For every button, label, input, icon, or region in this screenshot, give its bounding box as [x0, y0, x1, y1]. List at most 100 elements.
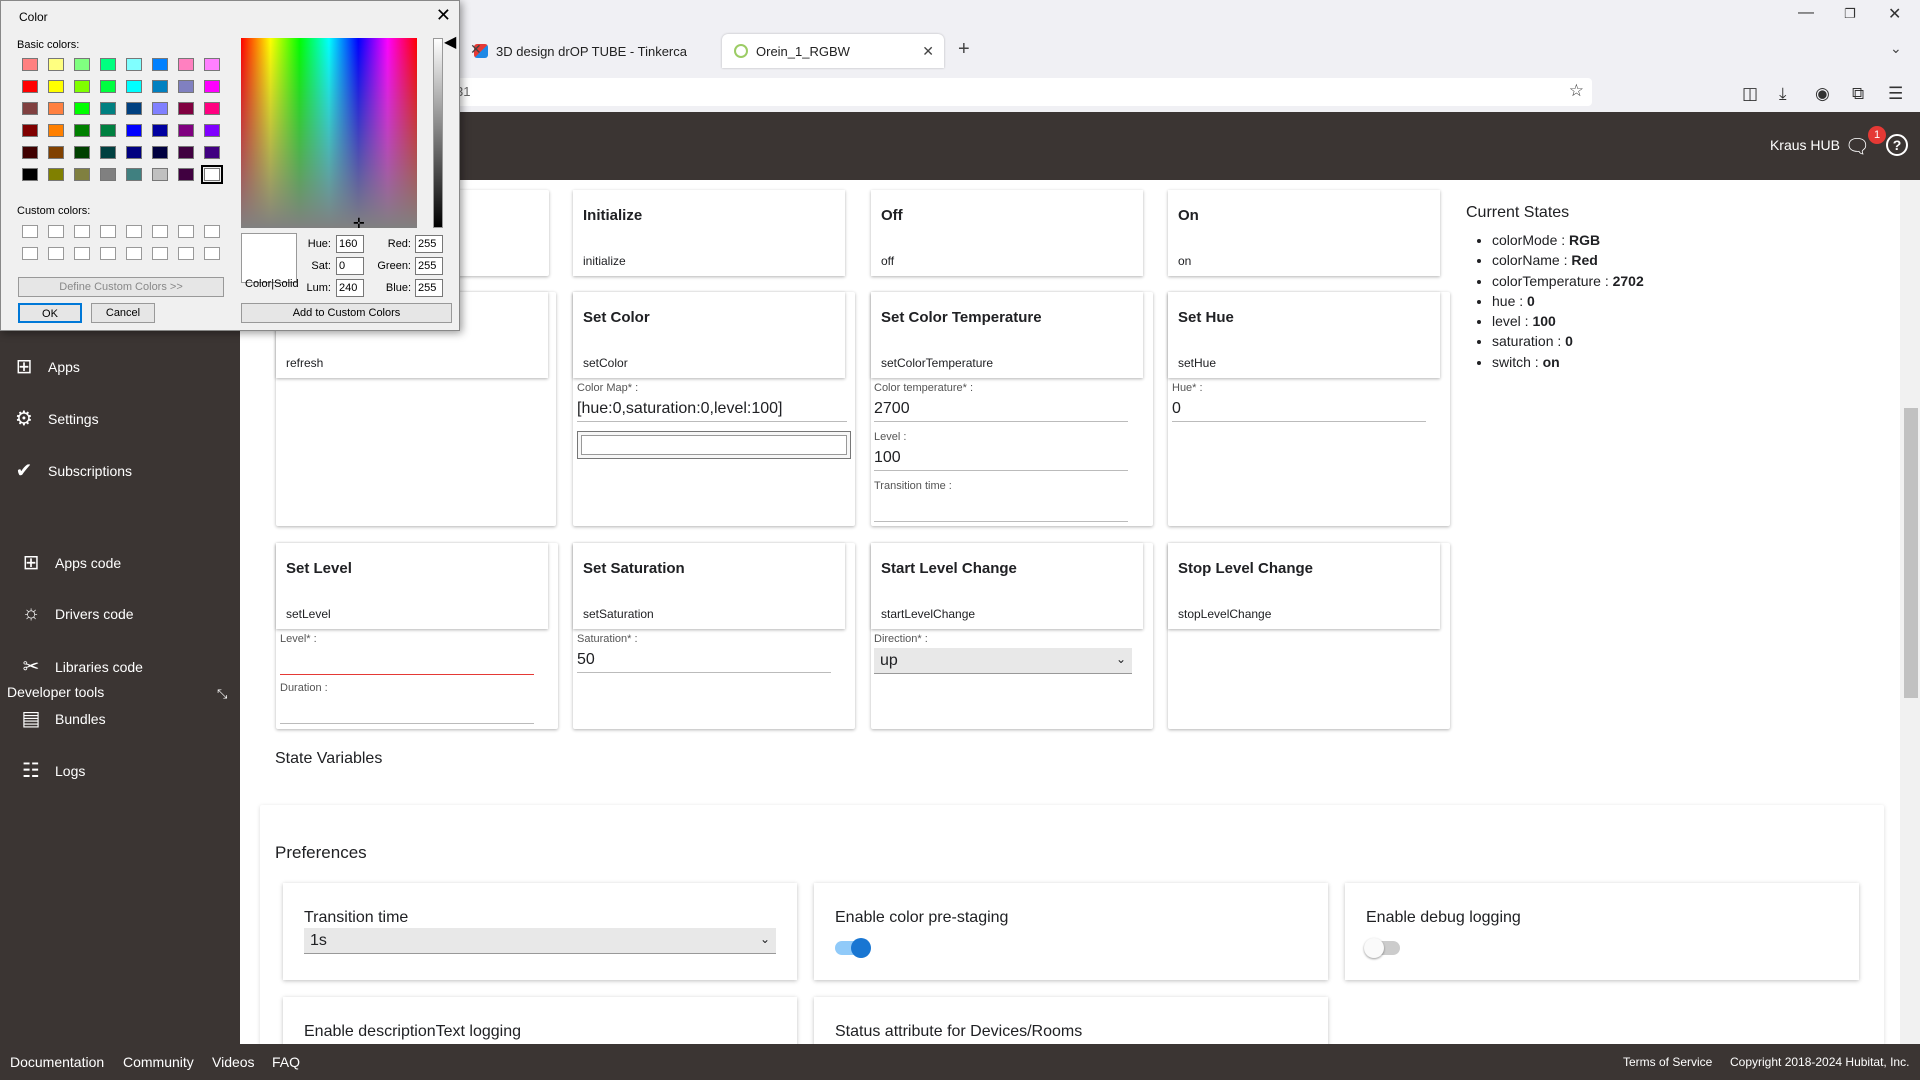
color-swatch[interactable] — [22, 80, 38, 93]
color-swatch[interactable] — [74, 146, 90, 159]
debug-toggle[interactable] — [1364, 938, 1400, 958]
color-swatch[interactable] — [100, 168, 116, 181]
color-swatch[interactable] — [126, 58, 142, 71]
collapse-icon[interactable]: ⤡ — [217, 686, 227, 702]
command-set-saturation[interactable]: Set Saturation setSaturation — [573, 543, 845, 629]
color-swatch[interactable] — [100, 146, 116, 159]
cancel-button[interactable]: Cancel — [91, 303, 155, 323]
ct-input[interactable]: 2700 — [874, 400, 1128, 422]
color-swatch[interactable] — [22, 58, 38, 71]
sidebar-item-apps[interactable]: ⊞ Apps — [10, 354, 80, 379]
color-swatch[interactable] — [126, 102, 142, 115]
color-swatch[interactable] — [100, 102, 116, 115]
color-swatch[interactable] — [178, 124, 194, 137]
sidebar-item-apps-code[interactable]: ⊞ Apps code — [17, 550, 122, 575]
custom-color-slot[interactable] — [100, 247, 116, 260]
color-swatch[interactable] — [152, 58, 168, 71]
color-swatch[interactable] — [178, 58, 194, 71]
command-initialize[interactable]: Initialize initialize — [573, 190, 845, 276]
custom-color-slot[interactable] — [178, 225, 194, 238]
transition-time-input[interactable] — [874, 500, 1128, 522]
ok-button[interactable]: OK — [18, 303, 82, 323]
browser-tab-active[interactable]: Orein_1_RGBW ✕ — [722, 34, 944, 68]
color-swatch[interactable] — [22, 168, 38, 181]
lum-field[interactable]: 240 — [336, 279, 364, 297]
duration-input[interactable] — [280, 700, 534, 724]
menu-icon[interactable]: ☰ — [1888, 84, 1903, 104]
prestaging-toggle[interactable] — [835, 938, 871, 958]
command-set-color[interactable]: Set Color setColor — [573, 292, 845, 378]
command-on[interactable]: On on — [1168, 190, 1440, 276]
sat-field[interactable]: 0 — [336, 257, 364, 275]
color-swatch[interactable] — [178, 102, 194, 115]
color-swatch[interactable] — [74, 124, 90, 137]
hue-input[interactable]: 0 — [1172, 400, 1426, 422]
custom-color-slot[interactable] — [74, 225, 90, 238]
color-swatch[interactable] — [126, 124, 142, 137]
pocket-icon[interactable]: ◫ — [1742, 84, 1758, 104]
custom-color-slot[interactable] — [204, 247, 220, 260]
footer-link-community[interactable]: Community — [123, 1054, 194, 1070]
color-swatch[interactable] — [100, 58, 116, 71]
color-swatch[interactable] — [152, 124, 168, 137]
color-swatch[interactable] — [126, 168, 142, 181]
color-picker-button[interactable] — [577, 431, 851, 459]
command-stop-level-change[interactable]: Stop Level Change stopLevelChange — [1168, 543, 1440, 629]
custom-color-slot[interactable] — [204, 225, 220, 238]
custom-color-slot[interactable] — [152, 225, 168, 238]
scrollbar-thumb[interactable] — [1904, 408, 1918, 698]
url-bar[interactable]: 31 ☆ — [440, 78, 1592, 106]
color-swatch[interactable] — [22, 124, 38, 137]
window-close-icon[interactable]: ✕ — [1888, 4, 1901, 24]
luminance-arrow-icon[interactable]: ◀ — [444, 32, 456, 52]
close-tab-icon[interactable]: ✕ — [470, 41, 482, 58]
color-swatch[interactable] — [74, 102, 90, 115]
custom-color-slot[interactable] — [152, 247, 168, 260]
sidebar-item-libraries-code[interactable]: ✂ Libraries code — [17, 654, 143, 679]
color-swatch[interactable] — [201, 165, 223, 184]
color-swatch[interactable] — [126, 146, 142, 159]
color-swatch[interactable] — [74, 80, 90, 93]
direction-select[interactable]: up ⌄ — [874, 648, 1132, 674]
color-swatch[interactable] — [48, 146, 64, 159]
command-set-hue[interactable]: Set Hue setHue — [1168, 292, 1440, 378]
tab-list-icon[interactable]: ⌄ — [1890, 40, 1902, 57]
crosshair-icon[interactable]: ✛ — [353, 215, 365, 232]
level-input[interactable] — [280, 651, 534, 675]
color-swatch[interactable] — [204, 58, 220, 71]
color-swatch[interactable] — [74, 168, 90, 181]
minimize-icon[interactable]: — — [1798, 4, 1814, 22]
command-set-level[interactable]: Set Level setLevel — [276, 543, 548, 629]
command-set-color-temperature[interactable]: Set Color Temperature setColorTemperature — [871, 292, 1143, 378]
custom-color-slot[interactable] — [22, 247, 38, 260]
color-spectrum[interactable] — [241, 38, 417, 228]
color-swatch[interactable] — [204, 80, 220, 93]
color-swatch[interactable] — [74, 58, 90, 71]
browser-tab[interactable]: 3D design drOP TUBE - Tinkerca — [462, 34, 702, 68]
account-icon[interactable]: ◉ — [1815, 84, 1830, 104]
saturation-input[interactable]: 50 — [577, 651, 831, 673]
download-icon[interactable]: ⤓ — [1779, 84, 1787, 104]
notification-bell-icon[interactable]: 🗨 — [1845, 134, 1870, 159]
restore-icon[interactable]: ❐ — [1844, 6, 1856, 22]
color-swatch[interactable] — [126, 80, 142, 93]
extensions-icon[interactable]: ⧉ — [1852, 84, 1864, 104]
close-icon[interactable]: ✕ — [436, 5, 451, 26]
color-swatch[interactable] — [152, 146, 168, 159]
custom-color-slot[interactable] — [22, 225, 38, 238]
color-swatch[interactable] — [48, 102, 64, 115]
command-off[interactable]: Off off — [871, 190, 1143, 276]
color-swatch[interactable] — [48, 168, 64, 181]
color-swatch[interactable] — [48, 80, 64, 93]
red-field[interactable]: 255 — [415, 235, 443, 253]
transition-time-select[interactable]: 1s ⌄ — [304, 928, 776, 954]
scrollbar[interactable] — [1900, 180, 1920, 1044]
color-swatch[interactable] — [204, 146, 220, 159]
sidebar-item-logs[interactable]: ☷ Logs — [17, 758, 85, 783]
color-swatch[interactable] — [100, 80, 116, 93]
custom-color-slot[interactable] — [100, 225, 116, 238]
hue-field[interactable]: 160 — [336, 235, 364, 253]
luminance-slider[interactable] — [433, 38, 443, 228]
define-custom-colors-button[interactable]: Define Custom Colors >> — [18, 277, 224, 297]
custom-color-slot[interactable] — [48, 247, 64, 260]
